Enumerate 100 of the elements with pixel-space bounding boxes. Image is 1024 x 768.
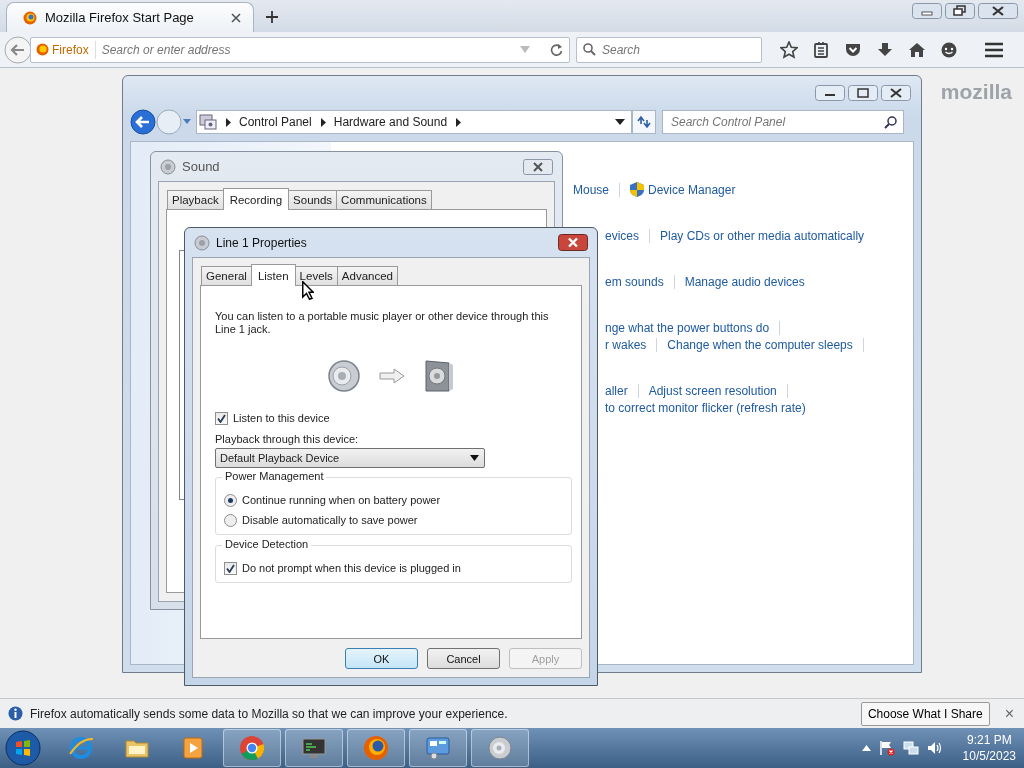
dialog-title: Sound [182, 159, 220, 174]
taskbar-button[interactable] [409, 729, 467, 767]
checkmark-icon [217, 413, 226, 423]
close-icon[interactable] [558, 234, 588, 251]
speaker-icon [486, 734, 514, 762]
taskbar-button[interactable] [285, 729, 343, 767]
link[interactable]: Manage audio devices [684, 274, 805, 289]
tab[interactable]: General [201, 266, 252, 285]
firefox-icon [362, 734, 390, 762]
tab[interactable]: Playback [167, 190, 224, 209]
volume-icon[interactable] [926, 740, 943, 756]
reload-icon[interactable] [550, 43, 563, 56]
minimize-icon[interactable] [815, 85, 845, 101]
tab[interactable]: Communications [336, 190, 432, 209]
restore-icon[interactable] [945, 3, 975, 19]
checkbox[interactable] [215, 411, 228, 425]
checkbox-label: Listen to this device [233, 412, 330, 424]
firefox-icon [36, 43, 49, 56]
dropdown-icon [470, 455, 479, 461]
field-label: Playback through this device: [215, 433, 360, 445]
start-button-icon[interactable] [5, 730, 41, 766]
tab[interactable]: Recording [222, 188, 290, 210]
breadcrumb-item[interactable]: Control Panel [239, 115, 312, 129]
info-icon [8, 706, 23, 721]
link[interactable]: Adjust screen resolution [648, 383, 777, 398]
dropdown[interactable]: Default Playback Device [215, 448, 485, 468]
checkbox[interactable] [224, 561, 237, 575]
link[interactable]: nge what the power buttons do [605, 320, 770, 335]
tab[interactable]: Listen [250, 264, 296, 286]
clock-time[interactable]: 9:21 PM [966, 732, 1012, 748]
back-icon[interactable] [130, 109, 156, 135]
control-panel-icon [199, 114, 217, 130]
address-field[interactable]: Control Panel Hardware and Sound [196, 110, 632, 134]
close-button[interactable]: × [1004, 704, 1014, 723]
address-input[interactable]: Search or enter address [101, 42, 514, 57]
link[interactable]: evices [605, 228, 639, 243]
chevron-icon[interactable] [455, 117, 462, 127]
menu-icon[interactable] [984, 41, 1004, 58]
close-icon[interactable] [978, 3, 1018, 19]
site-identity: Firefox [52, 42, 89, 57]
tab[interactable]: Levels [294, 266, 338, 285]
radio-label: Continue running when on battery power [242, 494, 441, 506]
control-panel-icon [424, 734, 452, 762]
speaker-icon [327, 359, 361, 393]
speaker-icon [194, 234, 210, 251]
speaker-box-icon [423, 359, 455, 393]
download-icon[interactable] [876, 40, 894, 59]
chat-icon[interactable] [940, 40, 958, 59]
flag-icon[interactable] [878, 740, 895, 756]
link[interactable]: Device Manager [630, 182, 736, 197]
link[interactable]: em sounds [605, 274, 664, 289]
notification-text: Firefox automatically sends some data to Mozilla so that we can improve your experience. [30, 706, 508, 721]
chrome-icon [238, 734, 266, 762]
back-icon[interactable] [4, 35, 32, 64]
dialog-button[interactable]: Cancel [427, 648, 500, 669]
breadcrumb-item[interactable]: Hardware and Sound [333, 115, 448, 129]
speaker-icon [160, 158, 176, 175]
close-icon[interactable] [523, 158, 553, 175]
link[interactable]: Change when the computer sleeps [667, 337, 853, 352]
search-icon [884, 115, 897, 129]
dropdown-icon[interactable] [615, 119, 625, 125]
chevron-up-icon[interactable] [861, 745, 871, 751]
radio-button[interactable] [224, 513, 237, 527]
close-icon[interactable] [231, 12, 241, 23]
tab[interactable]: Sounds [288, 190, 338, 209]
refresh-icon[interactable] [632, 110, 656, 134]
clock-date[interactable]: 10/5/2023 [962, 748, 1016, 764]
taskbar-button[interactable] [471, 729, 529, 767]
search-icon [583, 43, 596, 56]
reading-list-icon[interactable] [812, 40, 830, 59]
choose-button[interactable]: Choose What I Share [860, 701, 990, 726]
taskbar-button[interactable] [347, 729, 405, 767]
dialog-title: Line 1 Properties [216, 235, 307, 250]
search-input[interactable]: Search Control Panel [671, 115, 884, 129]
link[interactable]: r wakes [605, 337, 647, 352]
new-tab-icon[interactable] [266, 11, 278, 23]
chevron-icon [225, 117, 231, 127]
dialog-button[interactable]: OK [345, 648, 418, 669]
link[interactable]: to correct monitor flicker (refresh rate) [605, 400, 806, 415]
shield-icon [630, 182, 645, 197]
star-icon[interactable] [780, 40, 798, 59]
search-field[interactable]: Search Control Panel [662, 110, 904, 134]
link[interactable]: Play CDs or other media automatically [660, 228, 865, 243]
link[interactable]: Mouse [573, 182, 610, 197]
network-icon[interactable] [902, 740, 919, 756]
search-input[interactable]: Search [602, 42, 755, 57]
checkbox-label: Do not prompt when this device is plugged in [242, 562, 461, 574]
home-icon[interactable] [908, 40, 926, 59]
description-text: You can listen to a portable music player or other device through this Line 1 jack. [215, 310, 550, 336]
search-field[interactable]: Search [576, 36, 762, 63]
radio-button[interactable] [224, 493, 237, 507]
maximize-icon[interactable] [848, 85, 878, 101]
tab[interactable]: Advanced [336, 266, 398, 285]
address-bar[interactable]: Firefox Search or enter address [30, 36, 570, 63]
browser-tab[interactable]: Mozilla Firefox Start Page [6, 2, 254, 32]
chevron-icon[interactable] [319, 117, 326, 127]
checkmark-icon [226, 563, 235, 573]
mozilla-logo: mozilla [940, 80, 1012, 104]
close-icon[interactable] [881, 85, 911, 101]
link[interactable]: aller [605, 383, 628, 398]
